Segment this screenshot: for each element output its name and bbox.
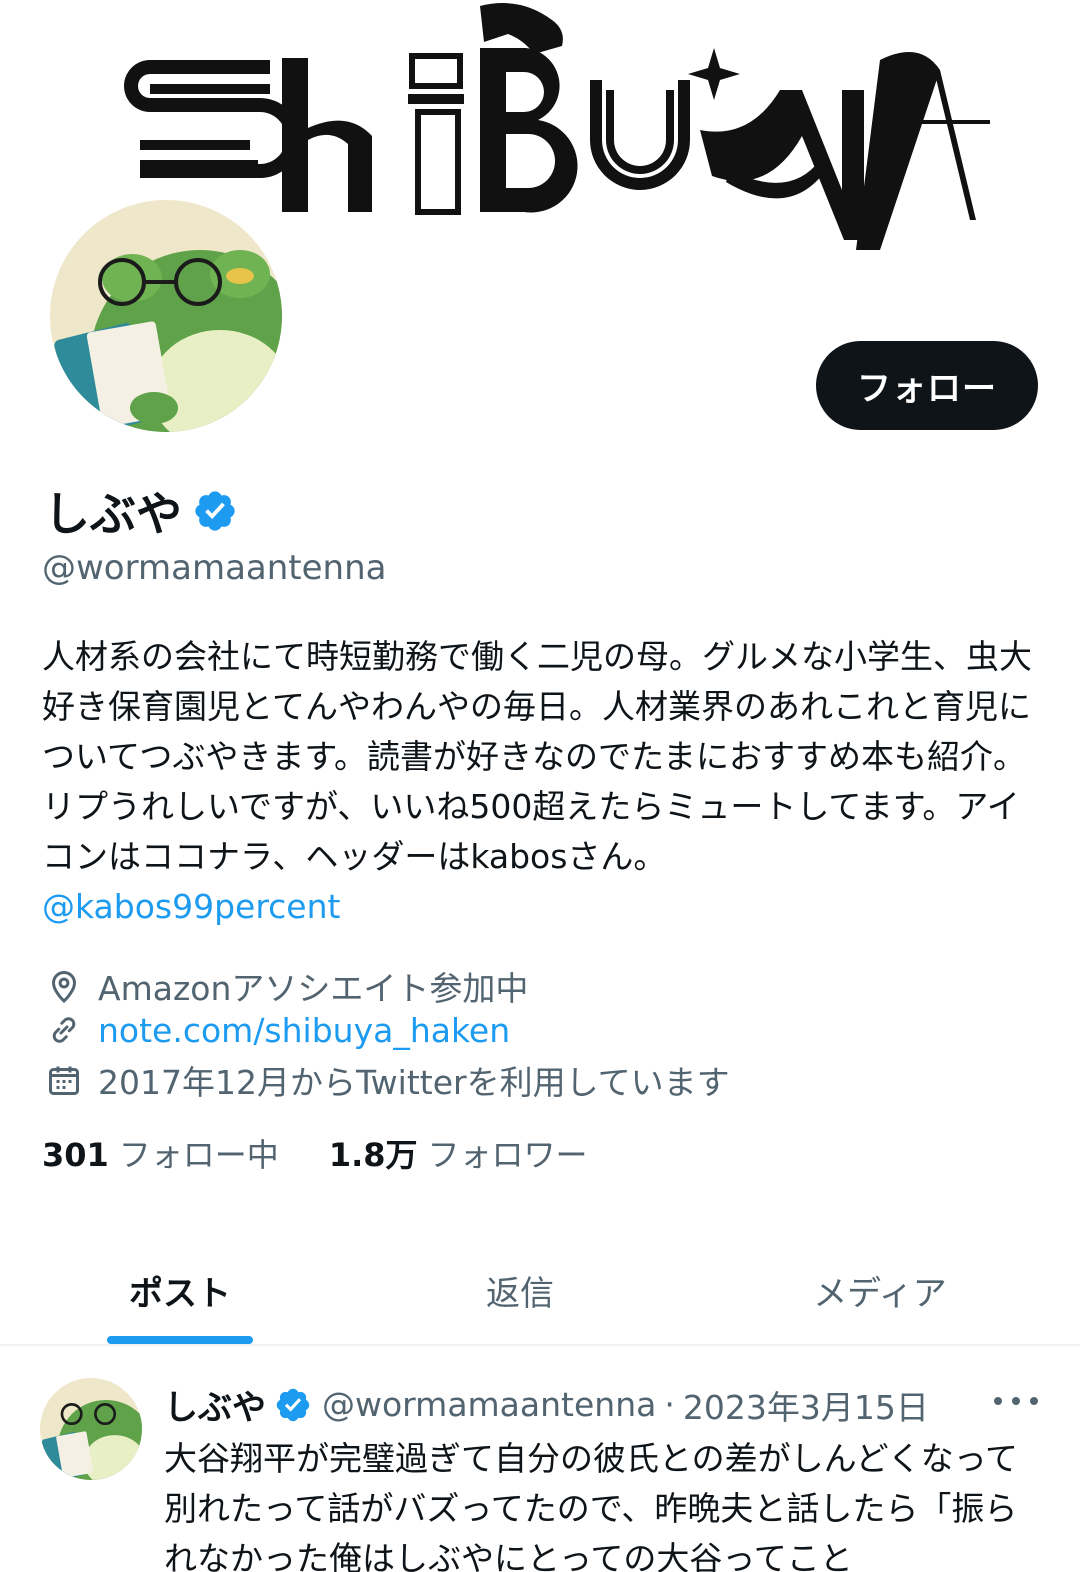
display-name: しぶや <box>44 487 182 541</box>
followers-stat[interactable]: 1.8万 フォロワー <box>329 1130 588 1176</box>
active-tab-indicator <box>107 1336 253 1344</box>
following-label: フォロー中 <box>118 1136 279 1174</box>
post-avatar[interactable] <box>40 1378 142 1480</box>
bio-mention-link[interactable]: @kabos99percent <box>42 882 1032 932</box>
website-row: note.com/shibuya_haken <box>44 1010 510 1050</box>
tab-media[interactable]: メディア <box>680 1236 1080 1344</box>
location-pin-icon <box>44 966 84 1006</box>
follow-button[interactable]: フォロー <box>816 341 1038 430</box>
website-link[interactable]: note.com/shibuya_haken <box>98 1011 510 1050</box>
profile-bio: 人材系の会社にて時短勤務で働く二児の母。グルメな小学生、虫大好き保育園児とてんや… <box>42 632 1032 932</box>
tab-media-label: メディア <box>813 1273 947 1314</box>
post-author-handle[interactable]: @wormamaantenna <box>322 1385 656 1424</box>
post-item[interactable]: しぶや @wormamaantenna · 2023年3月15日 大谷翔平が完璧… <box>0 1350 1080 1572</box>
profile-handle: @wormamaantenna <box>42 548 387 588</box>
following-count: 301 <box>42 1136 109 1174</box>
follow-stats: 301 フォロー中 1.8万 フォロワー <box>42 1130 638 1176</box>
more-options-icon[interactable] <box>994 1386 1038 1416</box>
profile-avatar[interactable] <box>46 196 286 436</box>
post-author-name[interactable]: しぶや <box>164 1380 266 1429</box>
frog-avatar-image <box>40 1378 142 1480</box>
following-stat[interactable]: 301 フォロー中 <box>42 1130 279 1176</box>
profile-tabs: ポスト 返信 メディア <box>0 1236 1080 1346</box>
bio-text: 人材系の会社にて時短勤務で働く二児の母。グルメな小学生、虫大好き保育園児とてんや… <box>42 637 1032 876</box>
location-text: Amazonアソシエイト参加中 <box>98 969 529 1008</box>
tab-replies[interactable]: 返信 <box>360 1236 680 1344</box>
profile-name-row: しぶや <box>44 478 238 544</box>
post-separator: · <box>664 1385 675 1424</box>
post-text: 大谷翔平が完璧過ぎて自分の彼氏との差がしんどくなって別れたって話がバズってたので… <box>164 1439 1019 1572</box>
verified-badge-icon[interactable] <box>274 1386 312 1424</box>
tab-posts[interactable]: ポスト <box>0 1236 360 1344</box>
location-row: Amazonアソシエイト参加中 <box>44 962 528 1010</box>
followers-label: フォロワー <box>427 1136 588 1174</box>
joined-row: 2017年12月からTwitterを利用しています <box>44 1056 730 1104</box>
tab-posts-label: ポスト <box>129 1273 231 1314</box>
tab-replies-label: 返信 <box>486 1273 554 1314</box>
calendar-icon <box>44 1060 84 1100</box>
link-icon <box>44 1010 84 1050</box>
followers-count: 1.8万 <box>328 1136 418 1174</box>
post-date[interactable]: 2023年3月15日 <box>683 1381 929 1429</box>
verified-badge-icon[interactable] <box>192 488 238 534</box>
post-header: しぶや @wormamaantenna · 2023年3月15日 <box>164 1380 929 1429</box>
joined-text: 2017年12月からTwitterを利用しています <box>98 1063 730 1102</box>
frog-avatar-image <box>50 200 282 432</box>
